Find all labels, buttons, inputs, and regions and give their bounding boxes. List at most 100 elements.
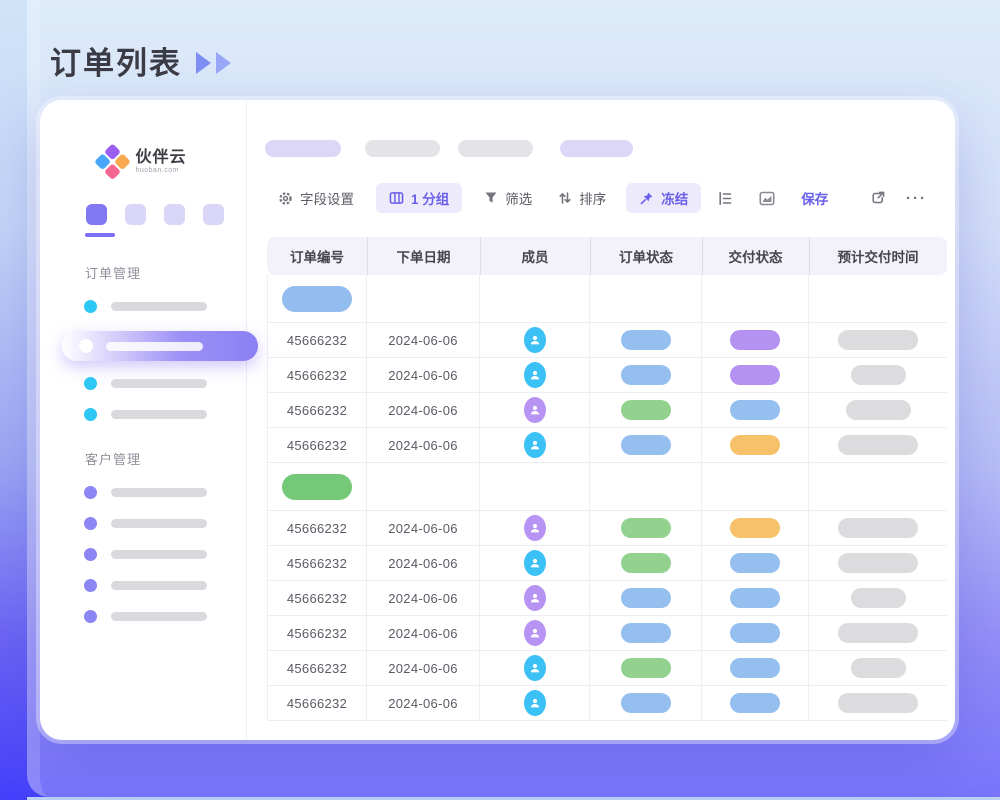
table-row[interactable]: 45666232 2024-06-06 [267, 393, 947, 428]
member-avatar [524, 620, 546, 646]
order-number-cell: 45666232 [267, 616, 367, 651]
sort-button[interactable]: 排序 [558, 188, 606, 208]
eta-pill [851, 588, 906, 608]
item-dot-icon [79, 339, 93, 353]
eta-pill [838, 623, 918, 643]
workspace-tab-active[interactable] [86, 204, 107, 225]
item-label-placeholder [106, 342, 203, 351]
row-height-icon [717, 191, 733, 206]
delivery-status-pill [730, 518, 780, 538]
item-dot-icon [84, 486, 97, 499]
eta-pill [851, 365, 906, 385]
order-date-cell: 2024-06-06 [367, 428, 480, 463]
group-button[interactable]: 1 分组 [376, 183, 462, 213]
sidebar-item[interactable] [84, 610, 246, 623]
member-avatar [524, 397, 546, 423]
order-status-pill [621, 518, 671, 538]
member-avatar [524, 585, 546, 611]
sidebar: 伙伴云 huoban.com 订单管理 客户管理 [40, 100, 247, 740]
item-label-placeholder [111, 581, 207, 590]
filter-button[interactable]: 筛选 [484, 188, 532, 208]
sidebar-item[interactable] [84, 408, 246, 421]
app-window-card: 伙伴云 huoban.com 订单管理 客户管理 [40, 100, 955, 740]
item-label-placeholder [111, 302, 207, 311]
sidebar-item[interactable] [84, 548, 246, 561]
save-button[interactable]: 保存 [801, 188, 828, 208]
order-status-pill [621, 588, 671, 608]
person-icon [529, 592, 541, 604]
table-row[interactable]: 45666232 2024-06-06 [267, 581, 947, 616]
sidebar-item[interactable] [84, 517, 246, 530]
page-header: 订单列表 [50, 38, 231, 83]
sidebar-item[interactable] [84, 377, 246, 390]
delivery-status-pill [730, 623, 780, 643]
member-avatar [524, 550, 546, 576]
sidebar-item[interactable] [84, 300, 246, 313]
table-row[interactable]: 45666232 2024-06-06 [267, 358, 947, 393]
table-row[interactable]: 45666232 2024-06-06 [267, 616, 947, 651]
placeholder-pill [560, 140, 633, 157]
sidebar-item[interactable] [84, 486, 246, 499]
order-date-cell: 2024-06-06 [367, 393, 480, 428]
title-arrows-icon [196, 48, 231, 74]
eta-pill [838, 330, 918, 350]
column-header-member[interactable]: 成员 [480, 237, 590, 275]
group-header-row[interactable] [267, 275, 947, 323]
sidebar-item-active[interactable] [62, 331, 258, 361]
field-settings-button[interactable]: 字段设置 [278, 188, 354, 208]
sidebar-item[interactable] [84, 579, 246, 592]
pin-icon [639, 191, 654, 206]
placeholder-pill [458, 140, 533, 157]
member-avatar [524, 327, 546, 353]
delivery-status-pill [730, 693, 780, 713]
order-status-pill [621, 693, 671, 713]
order-status-pill [621, 435, 671, 455]
chart-view-button[interactable] [759, 191, 775, 206]
order-date-cell: 2024-06-06 [367, 616, 480, 651]
table-row[interactable]: 45666232 2024-06-06 [267, 428, 947, 463]
workspace-tab[interactable] [203, 204, 224, 225]
eta-pill [838, 553, 918, 573]
column-header-eta[interactable]: 预计交付时间 [809, 237, 947, 275]
sidebar-section-order-management: 订单管理 [85, 263, 246, 282]
chart-icon [759, 191, 775, 206]
item-label-placeholder [111, 488, 207, 497]
item-label-placeholder [111, 519, 207, 528]
item-label-placeholder [111, 550, 207, 559]
member-avatar [524, 515, 546, 541]
table-row[interactable]: 45666232 2024-06-06 [267, 546, 947, 581]
delivery-status-pill [730, 553, 780, 573]
person-icon [529, 522, 541, 534]
item-dot-icon [84, 548, 97, 561]
row-height-button[interactable] [717, 191, 733, 206]
item-label-placeholder [111, 410, 207, 419]
freeze-button[interactable]: 冻结 [626, 183, 701, 213]
item-label-placeholder [111, 612, 207, 621]
person-icon [529, 627, 541, 639]
group-header-row[interactable] [267, 463, 947, 511]
logo[interactable]: 伙伴云 huoban.com [40, 142, 246, 182]
eta-pill [838, 518, 918, 538]
order-status-pill [621, 400, 671, 420]
column-header-order-status[interactable]: 订单状态 [590, 237, 702, 275]
item-dot-icon [84, 610, 97, 623]
order-number-cell: 45666232 [267, 511, 367, 546]
table-row[interactable]: 45666232 2024-06-06 [267, 686, 947, 721]
column-header-order-date[interactable]: 下单日期 [367, 237, 480, 275]
table-row[interactable]: 45666232 2024-06-06 [267, 511, 947, 546]
order-number-cell: 45666232 [267, 393, 367, 428]
table-row[interactable]: 45666232 2024-06-06 [267, 651, 947, 686]
share-button[interactable] [870, 190, 886, 206]
column-header-order-number[interactable]: 订单编号 [267, 237, 367, 275]
more-button[interactable]: ··· [906, 190, 927, 207]
gear-icon [278, 191, 293, 206]
column-header-delivery-status[interactable]: 交付状态 [702, 237, 809, 275]
arrow-right-icon [196, 52, 211, 74]
table-row[interactable]: 45666232 2024-06-06 [267, 323, 947, 358]
group-label-pill [282, 474, 352, 500]
person-icon [529, 334, 541, 346]
table-header-row: 订单编号 下单日期 成员 订单状态 交付状态 预计交付时间 [267, 237, 947, 275]
workspace-tab[interactable] [164, 204, 185, 225]
order-status-pill [621, 623, 671, 643]
workspace-tab[interactable] [125, 204, 146, 225]
